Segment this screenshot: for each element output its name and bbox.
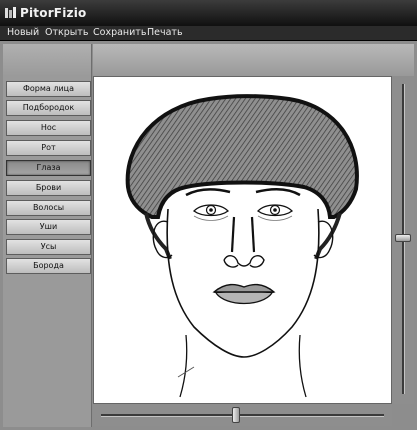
window-title: PitorFizio <box>20 6 87 20</box>
sidebar-item-mouth[interactable]: Рот <box>6 140 91 156</box>
sidebar-header <box>3 44 91 76</box>
menu-open[interactable]: Открыть <box>45 27 88 38</box>
horizontal-slider-thumb[interactable] <box>232 407 240 423</box>
sidebar-item-mustache[interactable]: Усы <box>6 239 91 255</box>
sidebar-item-eyes[interactable]: Глаза <box>6 160 91 176</box>
face-outline <box>166 208 320 358</box>
nose <box>223 216 265 268</box>
vertical-slider-thumb[interactable] <box>395 234 411 242</box>
sidebar-item-ears[interactable]: Уши <box>6 219 91 235</box>
face-sketch <box>125 94 359 398</box>
left-eyebrow <box>185 188 231 197</box>
right-eyebrow <box>255 188 301 197</box>
feature-sidebar: Форма лица Подбородок Нос Рот Глаза Бров… <box>3 44 92 427</box>
sidebar-item-hair[interactable]: Волосы <box>6 200 91 216</box>
sidebar-item-chin[interactable]: Подбородок <box>6 100 91 116</box>
vertical-slider[interactable] <box>392 76 414 404</box>
sidebar-item-nose[interactable]: Нос <box>6 120 91 136</box>
sidebar-item-beard[interactable]: Борода <box>6 258 91 274</box>
left-eye <box>193 204 229 221</box>
right-eye <box>257 204 293 221</box>
menu-save[interactable]: Сохранить <box>93 27 146 38</box>
menu-bar: Новый Открыть Сохранить Печать <box>0 26 417 41</box>
mouth <box>212 283 276 305</box>
face-canvas[interactable] <box>93 76 392 404</box>
hair-shape <box>125 94 359 219</box>
horizontal-slider-track <box>101 414 384 417</box>
title-bar: PitorFizio <box>0 0 417 26</box>
toolbar-area <box>93 44 414 76</box>
sidebar-item-face-shape[interactable]: Форма лица <box>6 81 91 97</box>
menu-print[interactable]: Печать <box>147 27 183 38</box>
menu-new[interactable]: Новый <box>7 27 39 38</box>
sidebar-item-eyebrows[interactable]: Брови <box>6 180 91 196</box>
app-icon <box>5 7 16 18</box>
horizontal-slider[interactable] <box>93 404 392 426</box>
